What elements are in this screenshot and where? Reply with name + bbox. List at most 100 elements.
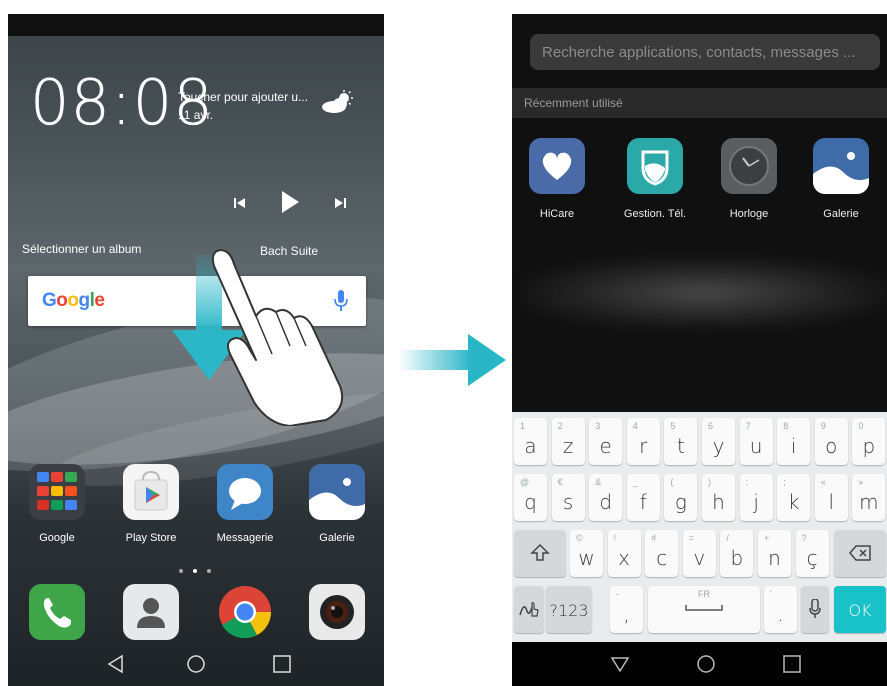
ok-key[interactable]: OK: [834, 586, 886, 633]
key-x[interactable]: ! x: [607, 530, 641, 577]
key-label: .: [777, 602, 784, 626]
play-icon[interactable]: [280, 190, 300, 214]
key-hint: (: [670, 477, 674, 487]
key-hint: 2: [557, 421, 563, 431]
key-u[interactable]: 7u: [739, 418, 773, 465]
comma-key[interactable]: -,: [610, 586, 643, 633]
search-bar[interactable]: [530, 34, 880, 70]
hotseat-chrome[interactable]: [200, 584, 290, 640]
period-key[interactable]: '.: [764, 586, 797, 633]
key-v[interactable]: = v: [682, 530, 716, 577]
key-c[interactable]: # c: [645, 530, 679, 577]
key-label: w: [578, 546, 595, 570]
key-label: OK: [848, 601, 872, 620]
app-label: Play Store: [125, 532, 177, 544]
recent-app-phone-manager[interactable]: Gestion. Tél.: [610, 138, 700, 220]
key-hint: 3: [595, 421, 601, 431]
key-label: x: [618, 546, 631, 570]
recent-app-clock[interactable]: Horloge: [704, 138, 794, 220]
key-hint: 4: [632, 421, 638, 431]
key-hint: 8: [783, 421, 789, 431]
key-a[interactable]: 1a: [514, 418, 547, 465]
key-hint: ;: [783, 477, 786, 487]
next-track-icon[interactable]: [334, 196, 346, 210]
play-store-icon: [123, 464, 179, 520]
key-ç[interactable]: ? ç: [795, 530, 829, 577]
key-t[interactable]: 5t: [664, 418, 698, 465]
back-icon[interactable]: [106, 654, 126, 674]
back-icon[interactable]: [610, 654, 630, 674]
keyboard: 1 a 2 z 3 e 4 r 5 t 6 y 7 u 8 i 9 o 0 p @ q € s & d _ f(g) h: j; k «l» m…: [512, 412, 887, 642]
key-p[interactable]: 0p: [852, 418, 886, 465]
recent-app-hicare[interactable]: HiCare: [512, 138, 602, 220]
handwriting-key[interactable]: [514, 586, 544, 633]
delete-key[interactable]: [834, 530, 886, 577]
key-d[interactable]: & d: [589, 474, 623, 521]
home-icon[interactable]: [696, 654, 716, 674]
key-hint: «: [820, 477, 826, 487]
key-label: ?123: [549, 601, 589, 620]
key-j[interactable]: :j: [739, 474, 773, 521]
key-w[interactable]: © w: [570, 530, 603, 577]
space-icon: [648, 599, 760, 618]
key-label: p: [862, 434, 876, 458]
key-hint: :: [745, 477, 749, 487]
key-g[interactable]: (g: [664, 474, 698, 521]
recents-icon[interactable]: [782, 654, 802, 674]
key-o[interactable]: 9o: [814, 418, 848, 465]
camera-icon: [309, 584, 365, 640]
weather-icon[interactable]: [320, 90, 356, 114]
key-s[interactable]: € s: [551, 474, 585, 521]
app-label: Galerie: [319, 532, 355, 544]
hotseat-camera[interactable]: [292, 584, 382, 640]
key-hint: -: [616, 589, 619, 599]
select-album-label[interactable]: Sélectionner un album: [22, 242, 141, 256]
previous-track-icon[interactable]: [234, 196, 246, 210]
voice-input-key[interactable]: [801, 586, 829, 633]
search-input[interactable]: [530, 34, 880, 70]
key-y[interactable]: 6y: [702, 418, 735, 465]
recents-icon[interactable]: [272, 654, 292, 674]
key-k[interactable]: ; k: [777, 474, 811, 521]
key-r[interactable]: 4r: [626, 418, 660, 465]
key-f[interactable]: _ f: [626, 474, 660, 521]
key-m[interactable]: » m: [852, 474, 886, 521]
recent-app-gallery[interactable]: Galerie: [796, 138, 886, 220]
key-label: k: [787, 490, 800, 514]
key-label: m: [859, 490, 879, 514]
key-i[interactable]: 8i: [777, 418, 811, 465]
hotseat-phone[interactable]: [12, 584, 102, 640]
symbols-key[interactable]: ?123: [546, 586, 592, 633]
key-label: q: [524, 490, 537, 514]
page-indicator: [174, 560, 218, 573]
hotseat-contacts[interactable]: [106, 584, 196, 640]
shift-key[interactable]: [514, 530, 566, 577]
home-icon[interactable]: [186, 654, 206, 674]
key-e[interactable]: 3e: [589, 418, 623, 465]
space-key[interactable]: FR: [648, 586, 760, 633]
blurred-suggestions: [522, 258, 887, 328]
app-messages[interactable]: Messagerie: [200, 464, 290, 544]
key-n[interactable]: + n: [758, 530, 791, 577]
key-hint: »: [858, 477, 864, 487]
clock-widget-hint[interactable]: Toucher pour ajouter u...: [178, 90, 308, 104]
app-play-store[interactable]: Play Store: [106, 464, 196, 544]
key-label: i: [790, 434, 797, 458]
key-label: a: [524, 434, 537, 458]
key-label: f: [639, 490, 647, 514]
key-hint: _: [632, 477, 638, 487]
key-h[interactable]: ) h: [702, 474, 735, 521]
phone-manager-icon: [627, 138, 683, 194]
key-label: g: [674, 490, 687, 514]
key-b[interactable]: / b: [720, 530, 754, 577]
key-l[interactable]: «l: [814, 474, 848, 521]
instruction-figure: 08:08 Toucher pour ajouter u... 11 avr. …: [0, 0, 887, 686]
key-label: u: [749, 434, 763, 458]
recent-apps: HiCare Gestion. Tél. Horloge Galerie: [512, 138, 887, 238]
key-z[interactable]: 2z: [551, 418, 585, 465]
app-gallery[interactable]: Galerie: [292, 464, 382, 544]
key-q[interactable]: @ q: [514, 474, 547, 521]
app-google[interactable]: Google: [12, 464, 102, 544]
key-hint: 0: [858, 421, 864, 431]
key-label: t: [676, 434, 685, 458]
